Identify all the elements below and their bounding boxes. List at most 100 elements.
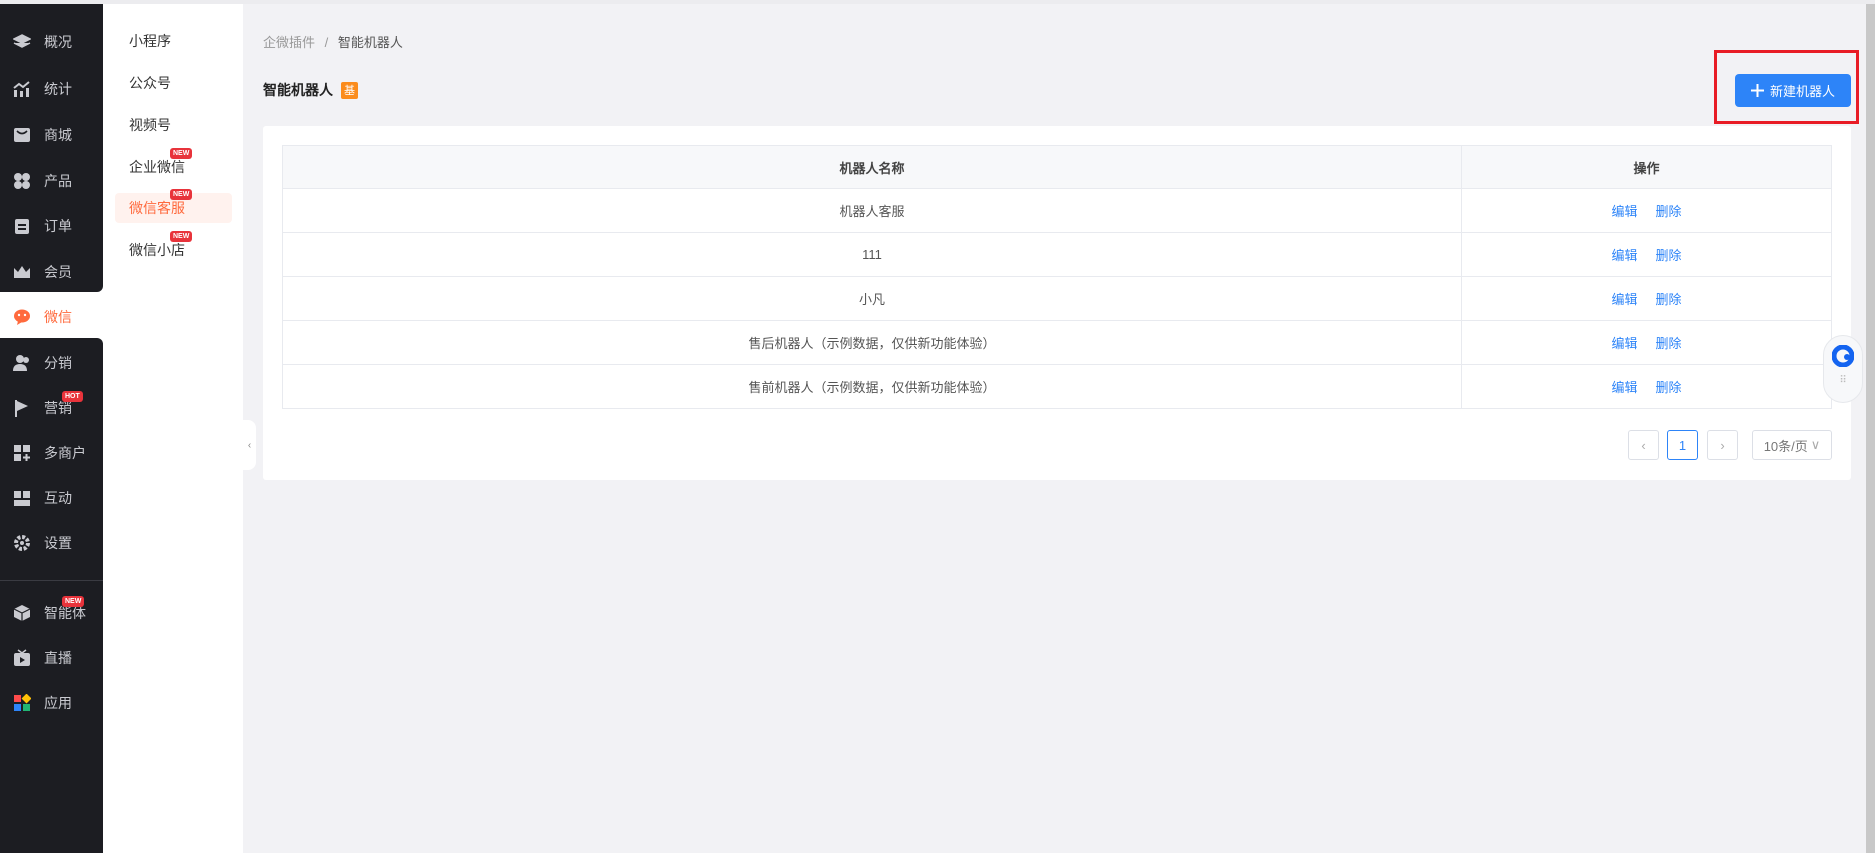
edit-link[interactable]: 编辑 <box>1611 336 1637 351</box>
sidebar-item-10[interactable]: 互动 <box>0 478 103 518</box>
row-actions: 编辑 删除 <box>1461 320 1832 365</box>
sidebar-item-7[interactable]: 分销 <box>0 343 103 383</box>
subnav-item-4[interactable]: 微信客服 NEW <box>115 189 232 223</box>
subnav-item-2[interactable]: 视频号 <box>115 110 232 140</box>
subnav-item-5[interactable]: 微信小店 NEW <box>115 231 232 265</box>
page-size-value: 10条/页 <box>1763 438 1808 454</box>
sidebar-item-label: 应用 <box>44 695 72 711</box>
gear-icon <box>13 534 31 552</box>
users-icon <box>13 354 31 372</box>
subnav-item-0[interactable]: 小程序 <box>115 26 232 56</box>
new-tag: NEW <box>170 189 193 200</box>
sidebar-item-label: 互动 <box>44 490 72 506</box>
new-robot-label: 新建机器人 <box>1769 84 1835 99</box>
new-tag: NEW <box>170 231 193 242</box>
layers-icon <box>13 33 31 51</box>
page-title-text: 智能机器人 <box>263 82 333 98</box>
column-header-actions: 操作 <box>1461 145 1832 189</box>
table-row: 售后机器人（示例数据，仅供新功能体验） 编辑 删除 <box>282 320 1832 365</box>
delete-link[interactable]: 删除 <box>1656 248 1682 263</box>
new-robot-button[interactable]: 新建机器人 <box>1735 74 1851 107</box>
tv-icon <box>13 649 31 667</box>
robot-name: 售前机器人（示例数据，仅供新功能体验） <box>282 364 1462 409</box>
row-actions: 编辑 删除 <box>1461 276 1832 321</box>
page-1-button[interactable]: 1 <box>1667 430 1698 460</box>
sidebar-item-label: 多商户 <box>44 445 86 461</box>
robot-table: 机器人名称 操作 机器人客服 编辑 删除 111 编辑 删除 小凡 编辑 删除 售后机器人（… <box>282 145 1832 409</box>
breadcrumb: 企微插件 / 智能机器人 <box>263 32 403 51</box>
sidebar-item-6[interactable]: 微信 <box>0 297 103 337</box>
subnav-item-label: 公众号 <box>129 75 171 91</box>
plus-icon <box>1750 84 1764 97</box>
sidebar-item-label: 概况 <box>44 34 72 50</box>
new-tag: NEW <box>62 596 85 607</box>
sidebar-item-8[interactable]: 营销 HOT <box>0 388 103 428</box>
edit-link[interactable]: 编辑 <box>1611 380 1637 395</box>
sidebar-item-label: 会员 <box>44 264 72 280</box>
sidebar-divider <box>0 580 103 581</box>
delete-link[interactable]: 删除 <box>1656 336 1682 351</box>
edit-link[interactable]: 编辑 <box>1611 292 1637 307</box>
chat-assistant-icon <box>1832 345 1854 367</box>
sidebar-item-label: 分销 <box>44 355 72 371</box>
sidebar-item-3[interactable]: 产品 <box>0 161 103 201</box>
sidebar-item-label: 统计 <box>44 81 72 97</box>
grid-icon <box>13 172 31 190</box>
robot-name: 小凡 <box>282 276 1462 321</box>
sidebar-item-1[interactable]: 统计 <box>0 69 103 109</box>
sidebar-item-label: 微信 <box>44 309 72 325</box>
new-tag: NEW <box>170 148 193 159</box>
page-scrollbar[interactable] <box>1866 0 1875 853</box>
sidebar-item-label: 商城 <box>44 127 72 143</box>
page-title: 智能机器人 基 <box>263 80 358 100</box>
sidebar-item-14[interactable]: 应用 <box>0 683 103 723</box>
sidebar-item-11[interactable]: 设置 <box>0 523 103 563</box>
drag-handle-icon[interactable]: ⠿ <box>1839 375 1846 386</box>
table-row: 售前机器人（示例数据，仅供新功能体验） 编辑 删除 <box>282 364 1832 409</box>
assistant-float-widget[interactable]: ⠿ <box>1823 335 1863 403</box>
wechat-icon <box>13 308 31 326</box>
delete-link[interactable]: 删除 <box>1656 380 1682 395</box>
breadcrumb-parent[interactable]: 企微插件 <box>263 35 315 50</box>
row-actions: 编辑 删除 <box>1461 232 1832 277</box>
store-plus-icon <box>13 444 31 462</box>
row-actions: 编辑 删除 <box>1461 188 1832 233</box>
subnav-item-label: 微信客服 <box>129 200 185 216</box>
crown-icon <box>13 263 31 281</box>
sidebar-item-label: 直播 <box>44 650 72 666</box>
table-row: 小凡 编辑 删除 <box>282 276 1832 321</box>
sidebar-item-0[interactable]: 概况 <box>0 22 103 62</box>
hot-tag: HOT <box>62 391 83 402</box>
delete-link[interactable]: 删除 <box>1656 292 1682 307</box>
sidebar-item-4[interactable]: 订单 <box>0 206 103 246</box>
sidebar-item-5[interactable]: 会员 <box>0 252 103 292</box>
breadcrumb-current: 智能机器人 <box>337 35 403 50</box>
column-header-name: 机器人名称 <box>282 145 1462 189</box>
delete-link[interactable]: 删除 <box>1656 204 1682 219</box>
plan-badge: 基 <box>341 81 358 99</box>
sidebar-item-9[interactable]: 多商户 <box>0 433 103 473</box>
subnav-item-3[interactable]: 企业微信 NEW <box>115 148 232 182</box>
robot-name: 售后机器人（示例数据，仅供新功能体验） <box>282 320 1462 365</box>
collapse-sidebar-button[interactable]: ‹ <box>243 420 256 470</box>
page-size-select[interactable]: 10条/页 ∨ <box>1752 430 1832 460</box>
prev-page-button[interactable]: ‹ <box>1628 430 1659 460</box>
subnav-item-1[interactable]: 公众号 <box>115 68 232 98</box>
robot-list-card: 机器人名称 操作 机器人客服 编辑 删除 111 编辑 删除 小凡 编辑 删除 售后机器人（… <box>263 126 1851 480</box>
edit-link[interactable]: 编辑 <box>1611 204 1637 219</box>
next-page-button[interactable]: › <box>1707 430 1738 460</box>
clipboard-icon <box>13 217 31 235</box>
sidebar-item-label: 设置 <box>44 535 72 551</box>
sidebar-item-13[interactable]: 直播 <box>0 638 103 678</box>
edit-link[interactable]: 编辑 <box>1611 248 1637 263</box>
interact-icon <box>13 489 31 507</box>
row-actions: 编辑 删除 <box>1461 364 1832 409</box>
subnav-item-label: 小程序 <box>129 33 171 49</box>
sidebar-item-label: 订单 <box>44 218 72 234</box>
cube-icon <box>13 604 31 622</box>
apps-icon <box>13 694 31 712</box>
sidebar-item-2[interactable]: 商城 <box>0 115 103 155</box>
sidebar-item-12[interactable]: 智能体 NEW <box>0 593 103 633</box>
chevron-down-icon: ∨ <box>1810 437 1821 452</box>
table-row: 111 编辑 删除 <box>282 232 1832 277</box>
